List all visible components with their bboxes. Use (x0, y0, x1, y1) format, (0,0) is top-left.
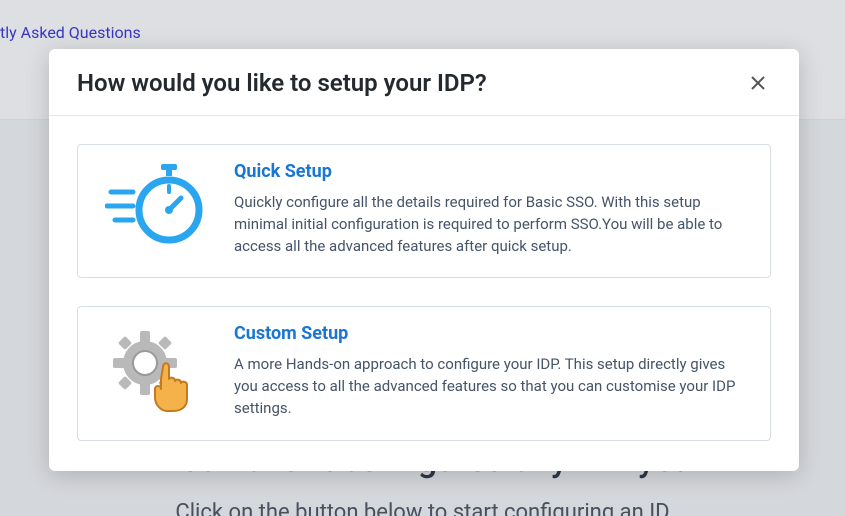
option-description: Quickly configure all the details requir… (234, 192, 748, 257)
idp-setup-modal: How would you like to setup your IDP? (49, 49, 799, 471)
option-text: Custom Setup A more Hands-on approach to… (234, 323, 748, 419)
option-title: Quick Setup (234, 161, 748, 182)
option-description: A more Hands-on approach to configure yo… (234, 354, 748, 419)
stopwatch-icon (100, 161, 210, 251)
option-text: Quick Setup Quickly configure all the de… (234, 161, 748, 257)
modal-body: Quick Setup Quickly configure all the de… (49, 116, 799, 471)
modal-title: How would you like to setup your IDP? (77, 69, 487, 97)
option-custom-setup[interactable]: Custom Setup A more Hands-on approach to… (77, 306, 771, 440)
close-button[interactable] (745, 70, 771, 96)
modal-header: How would you like to setup your IDP? (49, 49, 799, 116)
close-icon (749, 74, 767, 92)
option-quick-setup[interactable]: Quick Setup Quickly configure all the de… (77, 144, 771, 278)
gear-hand-icon (100, 323, 210, 413)
option-title: Custom Setup (234, 323, 748, 344)
